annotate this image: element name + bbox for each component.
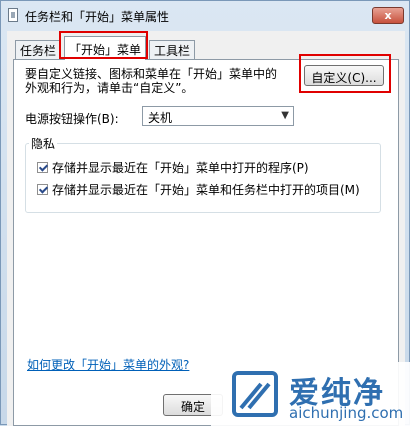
power-button-select[interactable]: 关机 ▼ (142, 106, 294, 126)
title-bar[interactable]: 任务栏和「开始」菜单属性 x (1, 1, 410, 29)
privacy-option-label: 存储并显示最近在「开始」菜单中打开的程序(P) (52, 161, 309, 175)
privacy-option-programs[interactable]: 存储并显示最近在「开始」菜单中打开的程序(P) (37, 159, 309, 176)
power-button-label: 电源按钮操作(B): (25, 112, 119, 126)
site-watermark: 爱纯净 aichunjing.com (211, 362, 410, 426)
privacy-group (25, 143, 381, 213)
chevron-down-icon: ▼ (281, 110, 289, 121)
description-line-1: 要自定义链接、图标和菜单在「开始」菜单中的 (25, 67, 278, 81)
tab-toolbars[interactable]: 工具栏 (149, 40, 196, 59)
properties-window: 任务栏和「开始」菜单属性 x 任务栏 「开始」菜单 工具栏 要自定义链接、图标和… (0, 0, 410, 426)
tab-taskbar[interactable]: 任务栏 (15, 40, 62, 59)
watermark-url: aichunjing.com (289, 404, 404, 422)
window-icon (8, 8, 18, 22)
close-button[interactable]: x (372, 7, 404, 24)
customize-description: 要自定义链接、图标和菜单在「开始」菜单中的 外观和行为，请单击“自定义”。 (25, 67, 305, 95)
privacy-group-title: 隐私 (29, 135, 58, 152)
help-link[interactable]: 如何更改「开始」菜单的外观? (27, 356, 189, 373)
tab-start-menu[interactable]: 「开始」菜单 (64, 36, 147, 60)
checkbox-checked-icon[interactable] (37, 162, 48, 173)
watermark-logo-icon (232, 371, 278, 417)
power-button-value: 关机 (148, 111, 173, 125)
privacy-option-items[interactable]: 存储并显示最近在「开始」菜单和任务栏中打开的项目(M) (37, 181, 360, 198)
customize-button[interactable]: 自定义(C)... (304, 65, 384, 86)
checkbox-checked-icon[interactable] (37, 184, 48, 195)
privacy-option-label: 存储并显示最近在「开始」菜单和任务栏中打开的项目(M) (52, 183, 360, 197)
window-title: 任务栏和「开始」菜单属性 (25, 10, 170, 24)
description-line-2: 外观和行为，请单击“自定义”。 (25, 81, 194, 95)
